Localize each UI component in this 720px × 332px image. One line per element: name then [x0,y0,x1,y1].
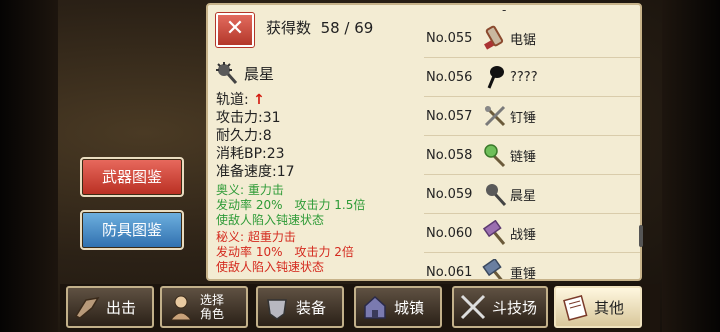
list-item-061[interactable]: No.061 重锤 [424,253,640,279]
nav-character-select-button[interactable]: 选择 角色 [160,286,248,328]
close-button[interactable]: ✕ [215,12,255,48]
weapon-skills: 奥义: 重力击 发动率 20% 攻击力 1.5倍 使敌人陷入钝速状态 秘义: 超… [216,183,365,277]
stat-durability: 耐久力:8 [216,128,272,144]
war-hammer-icon [482,220,506,245]
collected-label: 获得数 [266,19,312,37]
left-border [0,0,58,332]
list-item-058[interactable]: No.058 链锤 [424,136,640,175]
spiked-mace-icon [484,105,506,127]
arena-swords-icon [460,294,486,320]
unknown-silhouette-icon [487,66,504,89]
nav-sortie-button[interactable]: 出击 [66,286,154,328]
stat-attack: 攻击力:31 [216,110,281,126]
list-top-mark: - [502,5,507,17]
list-item-057[interactable]: No.057 钉锤 [424,97,640,136]
weapon-encyclopedia-button[interactable]: 武器图鉴 [80,157,184,197]
other-notes-icon [563,295,588,321]
collected-value: 58 / 69 [320,19,374,37]
weapon-list[interactable]: - No.055 电锯 No.056 ???? No.057 钉锤 No.058… [424,5,642,279]
nav-other-button[interactable]: 其他 [554,286,642,328]
flail-icon [484,144,506,168]
selected-weapon-name: 晨星 [244,64,275,83]
weapon-stats: 轨道: ↑ 攻击力:31 耐久力:8 消耗BP:23 准备速度:17 [216,91,295,181]
collected-count: 获得数 58 / 69 [266,17,373,38]
character-select-icon [170,295,192,321]
orbit-up-arrow-icon: ↑ [253,92,265,108]
list-item-059[interactable]: No.059 晨星 [424,175,640,214]
armor-encyclopedia-button[interactable]: 防具图鉴 [80,210,184,250]
equipment-icon [267,299,287,320]
nav-arena-button[interactable]: 斗技场 [452,286,548,328]
encyclopedia-panel: ✕ 获得数 58 / 69 晨星 轨道: ↑ 攻击力:31 耐久力:8 消耗BP [206,3,643,281]
bottom-nav-bar: 出击 选择 角色 装备 城镇 斗技场 其他 [60,284,660,332]
stat-ready-speed: 准备速度:17 [216,164,295,180]
morning-star-icon [216,62,238,84]
list-item-056[interactable]: No.056 ???? [424,58,640,97]
stat-orbit: 轨道: ↑ [216,92,265,108]
list-scrollbar[interactable] [639,225,643,247]
stat-bp-cost: 消耗BP:23 [216,146,285,162]
nav-town-button[interactable]: 城镇 [354,286,442,328]
chainsaw-icon [484,25,504,50]
list-item-055[interactable]: No.055 电锯 [424,19,640,58]
selected-weapon-header: 晨星 [214,61,274,85]
heavy-hammer-icon [482,259,503,279]
nav-equipment-button[interactable]: 装备 [256,286,344,328]
skill-secret-art: 奥义: 重力击 发动率 20% 攻击力 1.5倍 使敌人陷入钝速状态 [216,183,366,227]
town-icon [364,295,386,319]
sortie-icon [74,296,100,319]
right-border [662,0,720,332]
morning-star-icon [486,184,507,207]
skill-hidden-art: 秘义: 超重力击 发动率 10% 攻击力 2倍 使敌人陷入钝速状态 [216,230,354,274]
list-item-060[interactable]: No.060 战锤 [424,214,640,253]
